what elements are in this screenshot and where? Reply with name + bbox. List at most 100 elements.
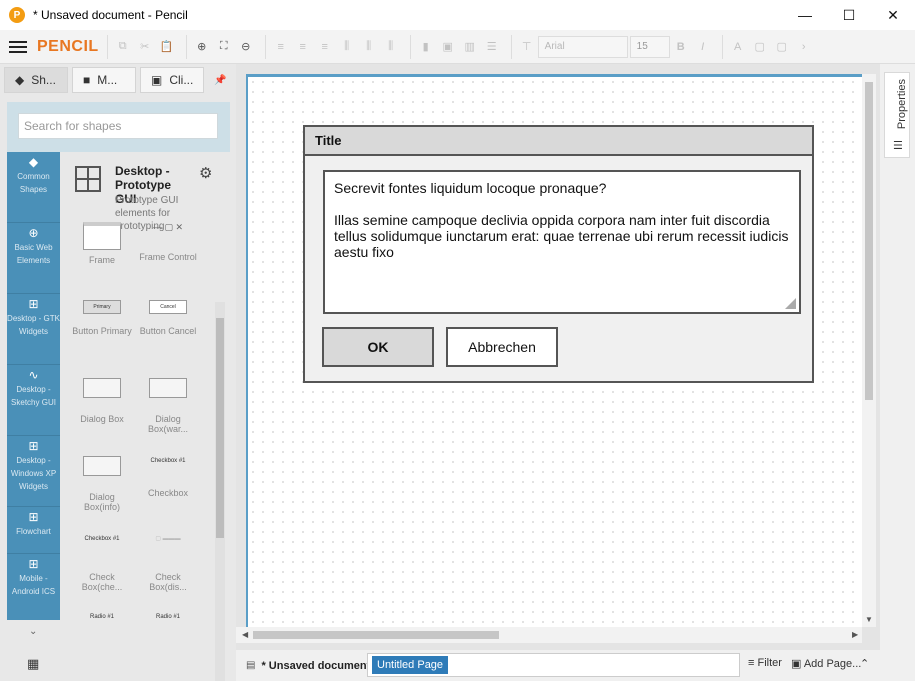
paste-icon[interactable]: 📋 [156, 36, 178, 58]
align-right-icon[interactable]: ≡ [314, 36, 336, 58]
font-size-field[interactable]: 15 [629, 35, 670, 58]
ungroup-icon[interactable]: ▥ [459, 36, 481, 58]
italic-button[interactable]: I [692, 36, 714, 58]
shape-label: Button Primary [72, 326, 132, 336]
canvas-horizontal-scrollbar[interactable]: ◀ ▶ [236, 627, 862, 643]
shape-item[interactable]: Radio #1 [70, 612, 134, 624]
apps-grid-icon[interactable]: ▦ [27, 656, 39, 672]
shape-label: Frame [88, 255, 115, 265]
shape-item[interactable]: — ▢ ✕ Frame Control [136, 222, 200, 262]
tab-shapes[interactable]: ◆ Sh... [4, 67, 68, 93]
distribute-icon[interactable]: ▮ [415, 36, 437, 58]
shape-item[interactable]: Dialog Box [70, 378, 134, 424]
shape-item[interactable]: Cancel Button Cancel [136, 300, 200, 336]
shape-item[interactable]: Checkbox #1 Checkbox [136, 456, 200, 498]
category-list: ◆ Common Shapes ⊕ Basic Web Elements ⊞ D… [7, 152, 60, 620]
filter-button[interactable]: ≡ Filter [748, 657, 782, 669]
fill-color-button[interactable]: ▢ [749, 36, 771, 58]
align-bottom-icon[interactable]: ⫼ [380, 36, 402, 58]
shape-item[interactable]: Checkbox #1 Check Box(che... [70, 534, 134, 592]
align-center-icon[interactable]: ≡ [292, 36, 314, 58]
category-winxp[interactable]: ⊞ Desktop - Windows XP Widgets [7, 436, 60, 507]
category-gtk[interactable]: ⊞ Desktop - GTK Widgets [7, 294, 60, 365]
category-label: Basic Web Elements [14, 243, 53, 265]
image-icon: ▣ [151, 73, 163, 87]
frame-thumb-icon [83, 222, 121, 250]
scroll-down-icon[interactable]: ▼ [865, 615, 873, 624]
shape-item[interactable]: ▢ ▬▬▬ Check Box(dis... [136, 534, 200, 592]
checkbox-disabled-icon: ▢ ▬▬▬ [155, 536, 181, 542]
text-format-icon[interactable]: ⊤ [516, 36, 538, 58]
tab-my-collections[interactable]: ■ M... [72, 67, 136, 93]
dialog-mockup[interactable]: Title Secrevit fontes liquidum locoque p… [303, 125, 814, 383]
collapse-icon[interactable]: ⌃ [860, 657, 869, 670]
shape-item[interactable]: Dialog Box(info) [70, 456, 134, 512]
add-page-button[interactable]: ▣ Add Page... [791, 657, 861, 670]
properties-rail: Properties ☰ [880, 64, 915, 681]
scroll-right-icon[interactable]: ▶ [852, 630, 858, 639]
shape-label: Checkbox [147, 488, 189, 498]
align-middle-icon[interactable]: ⫼ [358, 36, 380, 58]
group-icon[interactable]: ▣ [437, 36, 459, 58]
arrange-group: ▮ ▣ ▥ ☰ [409, 34, 503, 59]
scroll-left-icon[interactable]: ◀ [242, 630, 248, 639]
canvas-vertical-scrollbar[interactable]: ▼ [862, 74, 876, 627]
gear-icon[interactable]: ⚙ [199, 164, 212, 182]
stroke-color-button[interactable]: ▢ [771, 36, 793, 58]
search-shapes-input[interactable]: Search for shapes [18, 113, 218, 139]
dialog-thumb-icon [83, 378, 121, 398]
tab-label: M... [97, 73, 118, 87]
close-button[interactable]: ✕ [871, 0, 915, 30]
drawing-canvas[interactable]: Title Secrevit fontes liquidum locoque p… [246, 74, 862, 627]
chevron-down-icon[interactable]: ⌄ [29, 626, 37, 637]
pin-icon[interactable]: 📌 [214, 75, 226, 86]
dialog-title: Title [305, 127, 812, 156]
dialog-question: Secrevit fontes liquidum locoque pronaqu… [334, 180, 607, 196]
main-toolbar: PENCIL ⧉ ✂ 📋 ⊕ ⛶ ⊖ ≡ ≡ ≡ ⫼ ⫼ ⫼ ▮ ▣ ▥ ☰ ⊤… [0, 30, 915, 64]
category-flowchart[interactable]: ⊞ Flowchart [7, 507, 60, 554]
shape-item[interactable]: Frame [70, 222, 134, 265]
category-footer: ⌄ ▦ [7, 620, 60, 681]
properties-tab[interactable]: Properties ☰ [884, 72, 910, 158]
shape-item[interactable]: Dialog Box(war... [136, 378, 200, 434]
scrollbar-thumb[interactable] [253, 631, 499, 639]
fit-screen-icon[interactable]: ⛶ [213, 36, 235, 58]
dialog-text-area[interactable]: Secrevit fontes liquidum locoque pronaqu… [323, 170, 801, 314]
category-android[interactable]: ⊞ Mobile - Android ICS [7, 554, 60, 620]
minimize-button[interactable]: — [783, 0, 827, 30]
scrollbar-thumb[interactable] [865, 82, 873, 400]
zoom-in-icon[interactable]: ⊕ [191, 36, 213, 58]
cancel-button[interactable]: Abbrechen [446, 327, 558, 367]
page-tab-active[interactable]: Untitled Page [372, 656, 449, 674]
canvas-area: Title Secrevit fontes liquidum locoque p… [236, 64, 880, 650]
font-color-button[interactable]: A [727, 36, 749, 58]
collection-scrollbar[interactable] [215, 302, 225, 681]
title-bar: P * Unsaved document - Pencil — ☐ ✕ [0, 0, 915, 30]
layers-icon: ◆ [28, 155, 39, 169]
dialog-thumb-icon [83, 456, 121, 476]
menu-icon[interactable] [9, 40, 27, 53]
align-top-icon[interactable]: ⫼ [336, 36, 358, 58]
category-sketchy[interactable]: ∿ Desktop - Sketchy GUI [7, 365, 60, 436]
toolbar-more-icon[interactable]: › [793, 36, 815, 58]
category-basic-web[interactable]: ⊕ Basic Web Elements [7, 223, 60, 294]
shape-item[interactable]: Radio #1 [136, 612, 200, 624]
resize-grip-icon[interactable] [785, 298, 796, 309]
tab-clipart[interactable]: ▣ Cli... [140, 67, 204, 93]
font-name-select[interactable]: Arial [537, 35, 628, 58]
ok-button[interactable]: OK [322, 327, 434, 367]
zoom-out-icon[interactable]: ⊖ [235, 36, 257, 58]
category-label: Desktop - Sketchy GUI [11, 385, 56, 407]
document-label[interactable]: * Unsaved document [261, 660, 370, 672]
scrollbar-thumb[interactable] [216, 318, 224, 538]
clipboard-group: ⧉ ✂ 📋 [106, 34, 178, 59]
maximize-button[interactable]: ☐ [827, 0, 871, 30]
align-left-icon[interactable]: ≡ [270, 36, 292, 58]
shape-item[interactable]: Primary Button Primary [70, 300, 134, 336]
copy-icon[interactable]: ⧉ [112, 36, 134, 58]
bold-button[interactable]: B [670, 36, 692, 58]
category-common-shapes[interactable]: ◆ Common Shapes [7, 152, 60, 223]
frame-control-icon: — ▢ ✕ [152, 222, 184, 232]
list-icon[interactable]: ☰ [481, 36, 503, 58]
cut-icon[interactable]: ✂ [134, 36, 156, 58]
